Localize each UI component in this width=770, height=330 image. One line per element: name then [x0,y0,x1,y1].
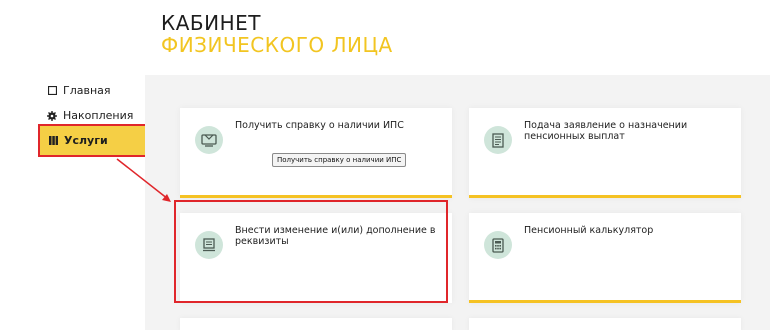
page-title: КАБИНЕТ ФИЗИЧЕСКОГО ЛИЦА [161,12,393,56]
service-card-partial [180,318,452,330]
service-card-ips-certificate[interactable]: Получить справку о наличии ИПС Получить … [180,108,452,198]
document-icon [484,126,512,154]
sidebar-item-label: Услуги [64,134,108,147]
sidebar: Главная Накопления Услуги [0,0,151,330]
square-icon [47,86,57,96]
sidebar-item-label: Главная [63,84,111,97]
sidebar-item-home[interactable]: Главная [47,84,111,97]
sidebar-item-label: Накопления [63,109,134,122]
sidebar-item-savings[interactable]: Накопления [47,109,133,122]
page-title-line1: КАБИНЕТ [161,11,261,35]
gear-icon [47,110,57,121]
card-title: Получить справку о наличии ИПС [235,120,404,131]
requisites-icon [195,231,223,259]
service-card-calculator[interactable]: Пенсионный калькулятор [469,213,741,303]
card-title: Подача заявление о назначении пенсионных… [524,120,688,142]
sidebar-item-services[interactable]: Услуги [38,124,151,157]
service-card-pension-application[interactable]: Подача заявление о назначении пенсионных… [469,108,741,198]
card-accent-stripe [180,195,452,198]
service-card-requisites[interactable]: Внести изменение и(или) дополнение в рек… [180,213,452,303]
grid-icon [48,136,58,146]
get-certificate-button[interactable]: Получить справку о наличии ИПС [272,153,407,167]
card-accent-stripe [469,300,741,303]
calculator-icon [484,231,512,259]
card-title: Внести изменение и(или) дополнение в рек… [235,225,436,247]
page-title-line2: ФИЗИЧЕСКОГО ЛИЦА [161,33,393,57]
card-title: Пенсионный калькулятор [524,225,654,236]
service-card-partial [469,318,741,330]
card-accent-stripe [469,195,741,198]
certificate-icon [195,126,223,154]
